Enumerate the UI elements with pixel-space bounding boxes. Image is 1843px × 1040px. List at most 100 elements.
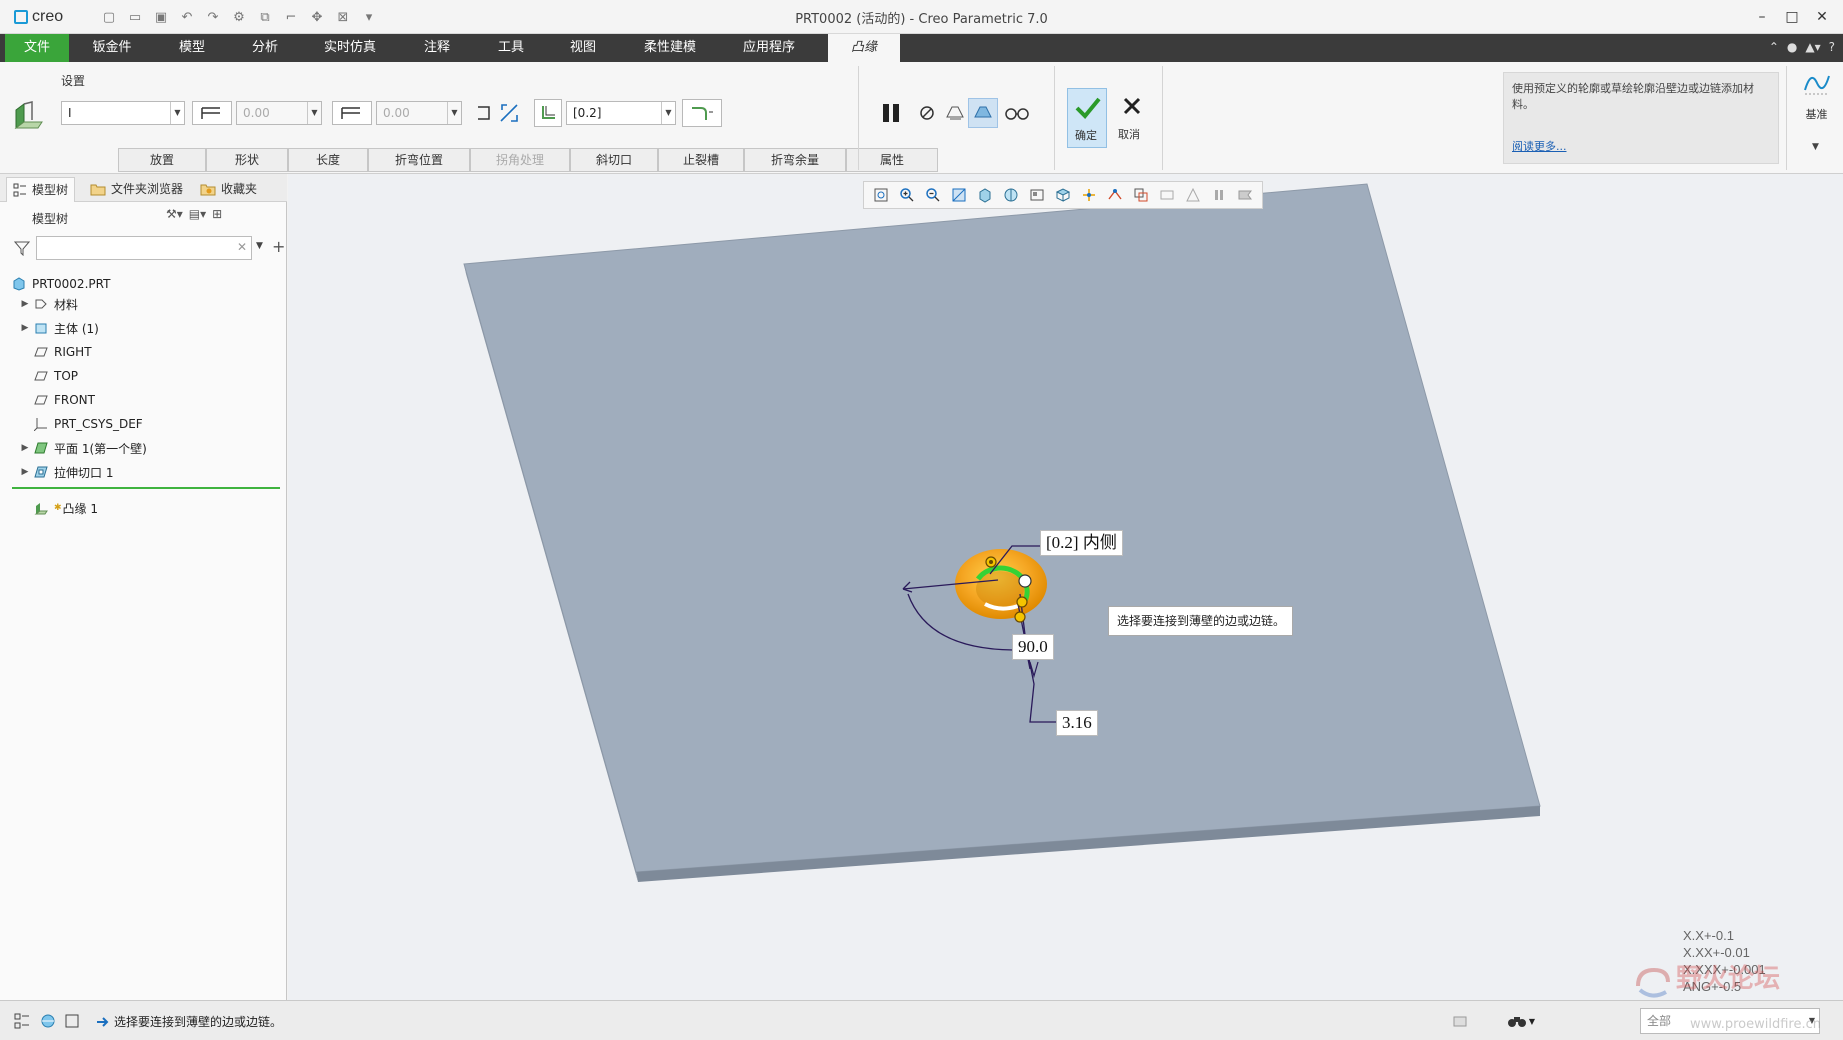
chevron-down-icon[interactable]: ▼ bbox=[307, 102, 321, 124]
thicken-direction-button[interactable] bbox=[496, 101, 522, 125]
close-icon[interactable]: ✕ bbox=[1809, 6, 1835, 28]
tree-item-material[interactable]: ▶ 材料 bbox=[16, 294, 78, 314]
display-tags-icon[interactable] bbox=[1156, 184, 1178, 206]
tab-sheetmetal[interactable]: 钣金件 bbox=[72, 34, 152, 62]
read-more-link[interactable]: 阅读更多... bbox=[1512, 139, 1567, 155]
datum-group[interactable]: 基准 ▼ bbox=[1790, 62, 1843, 174]
close-window-icon[interactable]: ⊠ bbox=[332, 7, 354, 27]
add-icon[interactable]: + bbox=[272, 237, 285, 256]
shape-select[interactable]: I ▼ bbox=[61, 101, 185, 125]
tree-item-body[interactable]: ▶ 主体 (1) bbox=[16, 318, 99, 338]
chevron-down-icon[interactable]: ▼ bbox=[447, 102, 461, 124]
tree-item-front-plane[interactable]: FRONT bbox=[34, 390, 95, 410]
tree-item-csys[interactable]: PRT_CSYS_DEF bbox=[34, 414, 143, 434]
expand-icon[interactable]: ▶ bbox=[16, 323, 34, 333]
drag-handle[interactable] bbox=[1014, 611, 1026, 623]
tree-settings-icon[interactable]: ⚒▾ bbox=[166, 207, 183, 221]
subtab-length[interactable]: 长度 bbox=[288, 148, 368, 172]
thickness-dimension-label[interactable]: [0.2] 内侧 bbox=[1040, 530, 1123, 556]
tree-item-right-plane[interactable]: RIGHT bbox=[34, 342, 92, 362]
regenerate-icon[interactable]: ⚙ bbox=[228, 7, 250, 27]
verify-preview-button[interactable] bbox=[968, 98, 998, 128]
refit-icon[interactable] bbox=[870, 184, 892, 206]
zoom-out-icon[interactable] bbox=[922, 184, 944, 206]
tab-view[interactable]: 视图 bbox=[550, 34, 616, 62]
glasses-preview-button[interactable] bbox=[1002, 98, 1032, 128]
tab-live-simulation[interactable]: 实时仿真 bbox=[302, 34, 398, 62]
flip-side-button[interactable] bbox=[472, 101, 498, 125]
tree-item-top-plane[interactable]: TOP bbox=[34, 366, 78, 386]
datum-display-icon[interactable] bbox=[1078, 184, 1100, 206]
move-icon[interactable]: ✥ bbox=[306, 7, 328, 27]
perspective-icon[interactable] bbox=[1052, 184, 1074, 206]
simplified-rep-icon[interactable] bbox=[1182, 184, 1204, 206]
find-button[interactable]: ▼ bbox=[1502, 1011, 1540, 1031]
save-icon[interactable]: ▣ bbox=[150, 7, 172, 27]
fullscreen-icon[interactable] bbox=[62, 1011, 82, 1031]
length2-input[interactable]: 0.00 ▼ bbox=[376, 101, 462, 125]
length-type1-button[interactable] bbox=[192, 101, 232, 125]
tab-tools[interactable]: 工具 bbox=[476, 34, 546, 62]
zoom-in-icon[interactable] bbox=[896, 184, 918, 206]
tree-item-flange[interactable]: ✱ 凸缘 1 bbox=[34, 498, 98, 518]
spin-center-icon[interactable] bbox=[1130, 184, 1152, 206]
tab-folder-browser[interactable]: 文件夹浏览器 bbox=[90, 178, 183, 200]
length-dimension-label[interactable]: 3.16 bbox=[1056, 710, 1098, 736]
angle-dimension-label[interactable]: 90.0 bbox=[1012, 634, 1054, 660]
clear-icon[interactable]: ✕ bbox=[237, 240, 247, 254]
open-file-icon[interactable]: ▭ bbox=[124, 7, 146, 27]
annotation-display-icon[interactable] bbox=[1104, 184, 1126, 206]
sketch-icon[interactable]: ⌐ bbox=[280, 7, 302, 27]
collapse-ribbon-icon[interactable]: ⌃ bbox=[1769, 40, 1779, 54]
thickness-side-button[interactable] bbox=[534, 99, 562, 127]
insert-here-indicator[interactable] bbox=[12, 487, 280, 489]
bend-radius-button[interactable] bbox=[682, 99, 722, 127]
user-icon[interactable]: ● bbox=[1787, 40, 1797, 54]
minimize-icon[interactable]: – bbox=[1749, 6, 1775, 28]
tab-favorites[interactable]: 收藏夹 bbox=[200, 178, 257, 200]
sheet-top-face[interactable] bbox=[463, 183, 1541, 873]
navigator-toggle-icon[interactable] bbox=[12, 1011, 32, 1031]
expand-icon[interactable]: ▶ bbox=[16, 443, 34, 453]
customize-qat-icon[interactable]: ▾ bbox=[358, 7, 380, 27]
pause-regeneration-icon[interactable] bbox=[1208, 184, 1230, 206]
flag-icon[interactable] bbox=[1234, 184, 1256, 206]
graphics-window[interactable]: [0.2] 内侧 90.0 3.16 选择要连接到薄壁的边或边链。 X.X+-0… bbox=[288, 174, 1843, 1000]
undo-icon[interactable]: ↶ bbox=[176, 7, 198, 27]
pause-button[interactable] bbox=[876, 98, 906, 128]
display-style-icon[interactable] bbox=[974, 184, 996, 206]
browser-toggle-icon[interactable] bbox=[38, 1011, 58, 1031]
ok-button[interactable]: 确定 bbox=[1067, 88, 1107, 148]
subtab-miter-cut[interactable]: 斜切口 bbox=[570, 148, 658, 172]
redo-icon[interactable]: ↷ bbox=[202, 7, 224, 27]
tab-annotate[interactable]: 注释 bbox=[402, 34, 472, 62]
tree-item-extrude-cut[interactable]: ▶ 拉伸切口 1 bbox=[16, 462, 114, 482]
length-type2-button[interactable] bbox=[332, 101, 372, 125]
drag-handle[interactable] bbox=[1018, 574, 1032, 588]
separate-preview-button[interactable] bbox=[940, 98, 970, 128]
drag-handle[interactable] bbox=[1016, 596, 1028, 608]
filter-icon[interactable] bbox=[14, 240, 30, 256]
tree-item-planar-wall[interactable]: ▶ 平面 1(第一个壁) bbox=[16, 438, 147, 458]
maximize-icon[interactable]: □ bbox=[1779, 6, 1805, 28]
repaint-icon[interactable] bbox=[948, 184, 970, 206]
tab-flange[interactable]: 凸缘 bbox=[828, 34, 900, 62]
chevron-down-icon[interactable]: ▼ bbox=[170, 102, 184, 124]
tree-show-icon[interactable]: ▤▾ bbox=[189, 207, 206, 221]
tab-applications[interactable]: 应用程序 bbox=[724, 34, 814, 62]
cancel-button[interactable]: 取消 bbox=[1112, 88, 1152, 148]
tab-analysis[interactable]: 分析 bbox=[232, 34, 298, 62]
subtab-placement[interactable]: 放置 bbox=[118, 148, 206, 172]
tab-model-tree[interactable]: 模型树 bbox=[6, 177, 76, 202]
help-icon[interactable]: ? bbox=[1829, 40, 1835, 54]
chevron-down-icon[interactable]: ▼ bbox=[1529, 1017, 1535, 1026]
chevron-down-icon[interactable]: ▼ bbox=[256, 241, 263, 251]
new-file-icon[interactable]: ▢ bbox=[98, 7, 120, 27]
expand-icon[interactable]: ▶ bbox=[16, 467, 34, 477]
chevron-down-icon[interactable]: ▼ bbox=[1812, 142, 1819, 152]
thickness-input[interactable]: [0.2] ▼ bbox=[566, 101, 676, 125]
tab-model[interactable]: 模型 bbox=[155, 34, 229, 62]
tree-columns-icon[interactable]: ⊞ bbox=[212, 207, 222, 221]
subtab-properties[interactable]: 属性 bbox=[846, 148, 938, 172]
subtab-shape[interactable]: 形状 bbox=[206, 148, 288, 172]
